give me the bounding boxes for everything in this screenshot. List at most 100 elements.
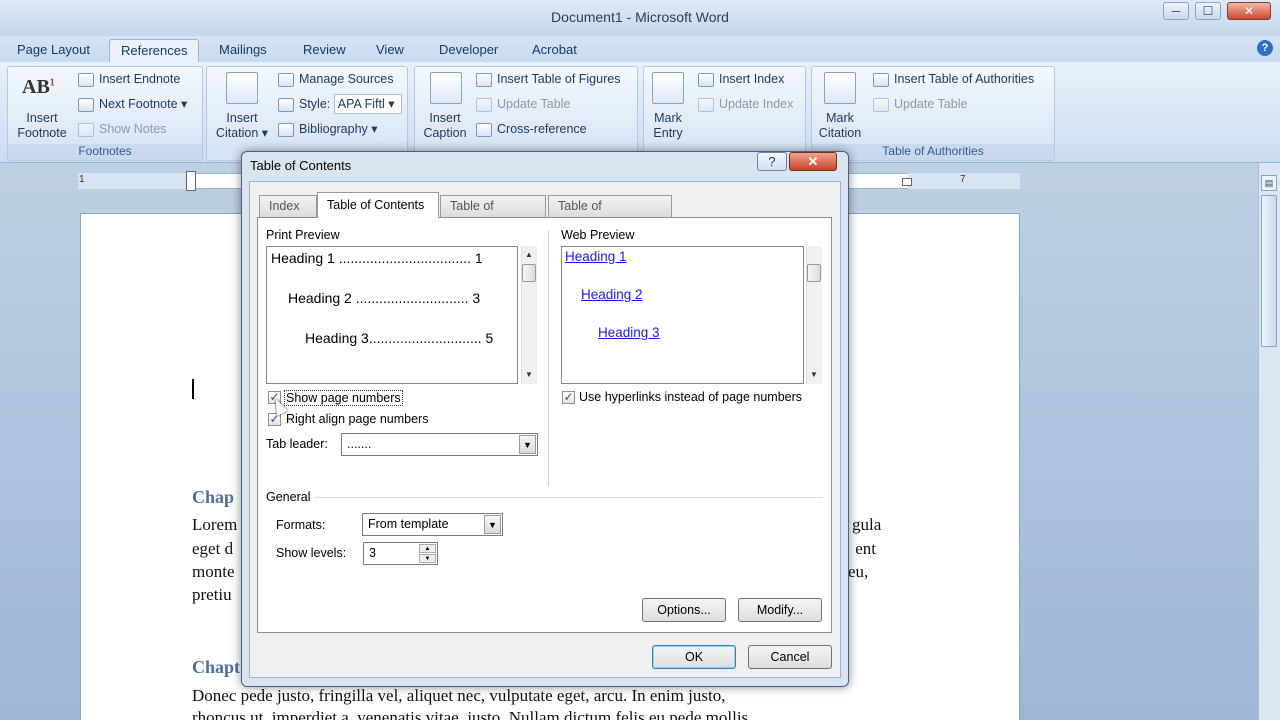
tab-table-of-contents[interactable]: Table of Contents xyxy=(317,192,439,218)
insert-index-icon xyxy=(698,72,714,87)
insert-endnote-button[interactable]: Insert Endnote xyxy=(78,69,180,89)
right-indent-marker[interactable] xyxy=(902,178,912,186)
web-preview-heading-2[interactable]: Heading 2 xyxy=(581,287,643,302)
web-scroll-down-icon[interactable]: ▼ xyxy=(807,370,821,379)
print-preview-scroll-thumb[interactable] xyxy=(522,264,536,282)
web-preview-heading-1[interactable]: Heading 1 xyxy=(565,249,627,264)
table-of-authorities-icon xyxy=(873,72,889,87)
indent-marker[interactable] xyxy=(186,171,196,191)
mark-entry-label-1: Mark xyxy=(654,111,682,125)
close-window-button[interactable]: ✕ xyxy=(1227,2,1271,20)
window-title: Document1 - Microsoft Word xyxy=(551,9,729,25)
next-footnote-icon xyxy=(78,97,94,112)
minimize-button[interactable]: ─ xyxy=(1163,2,1189,20)
update-table-authorities-button[interactable]: Update Table xyxy=(873,94,967,114)
style-label: Style: xyxy=(299,97,331,111)
update-table-icon xyxy=(476,97,492,112)
cancel-button[interactable]: Cancel xyxy=(748,645,832,669)
doc-line-2-right: ent xyxy=(855,539,876,558)
style-dropdown[interactable]: APA Fiftl ▾ xyxy=(333,94,402,114)
ruler-toggle-icon[interactable]: ▤ xyxy=(1261,175,1277,191)
right-align-label[interactable]: Right align page numbers xyxy=(286,412,428,426)
print-preview-heading-1: Heading 1 ..............................… xyxy=(271,250,483,266)
update-table-figures-button[interactable]: Update Table xyxy=(476,94,570,114)
tab-leader-select[interactable]: ....... ▼ xyxy=(341,433,538,456)
use-hyperlinks-label[interactable]: Use hyperlinks instead of page numbers xyxy=(579,390,802,404)
tab-index[interactable]: Index xyxy=(259,195,317,217)
spin-up-icon[interactable]: ▲ xyxy=(419,544,436,553)
tab-mailings[interactable]: Mailings xyxy=(208,39,278,62)
insert-table-of-figures-button[interactable]: Insert Table of Figures xyxy=(476,69,620,89)
tab-acrobat[interactable]: Acrobat xyxy=(521,39,588,62)
spin-down-icon[interactable]: ▼ xyxy=(419,554,436,563)
general-label: General xyxy=(266,490,311,504)
ok-button[interactable]: OK xyxy=(652,645,736,669)
insert-endnote-icon xyxy=(78,72,94,87)
show-page-numbers-label[interactable]: Show page numbers xyxy=(284,390,403,406)
insert-footnote-button[interactable]: Insert Footnote xyxy=(12,111,72,141)
scroll-up-icon[interactable]: ▲ xyxy=(522,250,536,259)
mark-citation-label-2: Citation xyxy=(818,126,862,140)
tab-developer[interactable]: Developer xyxy=(428,39,509,62)
mark-citation-button[interactable]: Mark Citation xyxy=(812,111,868,141)
tab-references[interactable]: References xyxy=(109,39,200,62)
manage-sources-button[interactable]: Manage Sources xyxy=(278,69,394,89)
formats-value: From template xyxy=(368,517,449,531)
tab-view[interactable]: View xyxy=(365,39,415,62)
modify-button[interactable]: Modify... xyxy=(738,598,822,622)
scrollbar-thumb[interactable] xyxy=(1261,195,1277,347)
next-footnote-button[interactable]: Next Footnote ▾ xyxy=(78,94,187,114)
ruler-left-margin xyxy=(78,173,190,189)
tab-review[interactable]: Review xyxy=(292,39,357,62)
cross-reference-button[interactable]: Cross-reference xyxy=(476,119,587,139)
update-index-icon xyxy=(698,97,714,112)
doc-chapter2-line-2: rhoncus ut, imperdiet a, venenatis vitae… xyxy=(192,708,749,720)
bibliography-button[interactable]: Bibliography ▾ xyxy=(278,119,378,139)
table-of-figures-icon xyxy=(476,72,492,87)
mark-citation-icon xyxy=(824,72,856,104)
cross-reference-label: Cross-reference xyxy=(497,122,587,136)
insert-index-label: Insert Index xyxy=(719,72,785,86)
insert-endnote-label: Insert Endnote xyxy=(99,72,181,86)
manage-sources-label: Manage Sources xyxy=(299,72,394,86)
ruler-number-left: 1 xyxy=(79,174,85,185)
insert-table-of-authorities-button[interactable]: Insert Table of Authorities xyxy=(873,69,1034,89)
scroll-down-icon[interactable]: ▼ xyxy=(522,370,536,379)
tab-table-of-authorities[interactable]: Table of Authorities xyxy=(548,195,672,234)
insert-footnote-icon: AB1 xyxy=(22,76,55,98)
doc-line-1-left: Lorem xyxy=(192,515,238,534)
mark-citation-label-1: Mark xyxy=(826,111,854,125)
help-icon[interactable]: ? xyxy=(1257,40,1273,56)
doc-line-3-right: eu, xyxy=(848,562,869,581)
show-levels-spinner[interactable]: 3 ▲ ▼ xyxy=(363,542,438,565)
tab-table-of-figures[interactable]: Table of Figures xyxy=(440,195,546,234)
doc-chapter2-line-1: Donec pede justo, fringilla vel, aliquet… xyxy=(192,686,726,705)
web-preview-heading-3[interactable]: Heading 3 xyxy=(598,325,660,340)
chevron-down-icon[interactable]: ▼ xyxy=(519,435,536,454)
dialog-help-button[interactable]: ? xyxy=(757,152,787,171)
insert-citation-label-2: Citation ▾ xyxy=(215,126,269,140)
formats-select[interactable]: From template ▼ xyxy=(362,513,503,536)
insert-caption-icon xyxy=(430,72,462,104)
insert-index-button[interactable]: Insert Index xyxy=(698,69,784,89)
update-table-label: Update Table xyxy=(497,97,571,111)
formats-label: Formats: xyxy=(276,518,326,532)
style-selector[interactable]: Style: APA Fiftl ▾ xyxy=(278,94,402,114)
mark-entry-button[interactable]: Mark Entry xyxy=(644,111,692,141)
show-levels-value: 3 xyxy=(369,546,376,560)
show-notes-button[interactable]: Show Notes xyxy=(78,119,166,139)
dialog-close-button[interactable]: ✕ xyxy=(789,152,837,171)
tab-page-layout[interactable]: Page Layout xyxy=(6,39,101,62)
maximize-button[interactable]: ☐ xyxy=(1195,2,1221,20)
update-index-button[interactable]: Update Index xyxy=(698,94,793,114)
options-button[interactable]: Options... xyxy=(642,598,726,622)
column-divider xyxy=(548,230,549,486)
use-hyperlinks-checkbox[interactable]: ✓ xyxy=(562,391,575,404)
general-separator xyxy=(315,497,823,498)
insert-caption-button[interactable]: Insert Caption xyxy=(416,111,474,141)
formats-chevron-down-icon[interactable]: ▼ xyxy=(484,515,501,534)
tab-leader-value: ....... xyxy=(347,437,372,451)
insert-citation-button[interactable]: Insert Citation ▾ xyxy=(210,111,274,141)
right-align-checkbox[interactable]: ✓ xyxy=(268,413,281,426)
web-preview-scroll-thumb[interactable] xyxy=(807,264,821,282)
